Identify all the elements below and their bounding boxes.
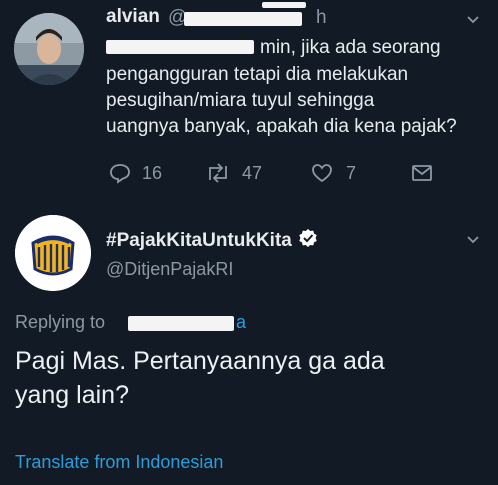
redacted-mention bbox=[106, 40, 254, 54]
like-button[interactable]: 7 bbox=[310, 162, 356, 184]
retweet-count: 47 bbox=[242, 162, 263, 183]
display-name: #PajakKitaUntukKita bbox=[106, 230, 292, 251]
user-avatar[interactable] bbox=[14, 13, 84, 85]
tweet-text-line: pesugihan/miara tuyul sehingga bbox=[106, 90, 375, 111]
tweet-text-line: pengangguran tetapi dia melakukan bbox=[106, 64, 409, 85]
redacted-mark bbox=[262, 2, 306, 8]
reply-icon bbox=[108, 162, 132, 184]
display-name-row[interactable]: #PajakKitaUntukKita bbox=[106, 228, 318, 254]
tweet-text-line: uangnya banyak, apakah dia kena pajak? bbox=[106, 116, 457, 137]
heart-icon bbox=[310, 162, 334, 184]
tweet-thread: { "reply_tweet": { "author_name": "alvia… bbox=[0, 0, 498, 485]
redacted-handle bbox=[184, 12, 302, 26]
ditjen-pajak-logo bbox=[15, 215, 91, 291]
handle[interactable]: @DitjenPajakRI bbox=[106, 259, 233, 280]
reply-count: 16 bbox=[142, 162, 163, 183]
chevron-down-icon[interactable] bbox=[466, 12, 480, 30]
verified-badge-icon bbox=[298, 228, 318, 254]
retweet-icon bbox=[204, 162, 232, 184]
tweet-text-line: Pagi Mas. Pertanyaannya ga ada bbox=[15, 347, 385, 375]
like-count: 7 bbox=[346, 162, 357, 183]
retweet-button[interactable]: 47 bbox=[204, 162, 262, 184]
ditjen-pajak-avatar[interactable] bbox=[15, 215, 91, 291]
tweet-text-body: pengangguran tetapi dia melakukan pesugi… bbox=[106, 62, 457, 140]
chevron-down-icon[interactable] bbox=[466, 232, 480, 250]
tweet-time: h bbox=[316, 7, 327, 28]
tweet-text-line-1: min, jika ada seorang bbox=[260, 37, 441, 58]
direct-message-button[interactable] bbox=[410, 162, 434, 184]
author-name[interactable]: alvian bbox=[106, 6, 160, 28]
replying-to-handle[interactable]: a bbox=[236, 312, 246, 333]
envelope-icon bbox=[410, 162, 434, 184]
tweet-text-line: yang lain? bbox=[15, 381, 129, 409]
reply-button[interactable]: 16 bbox=[108, 162, 162, 184]
redacted-replying-handle bbox=[128, 316, 234, 331]
tweet-body: Pagi Mas. Pertanyaannya ga ada yang lain… bbox=[15, 344, 385, 412]
replying-to-label: Replying to bbox=[15, 312, 106, 332]
translate-link[interactable]: Translate from Indonesian bbox=[15, 452, 223, 473]
